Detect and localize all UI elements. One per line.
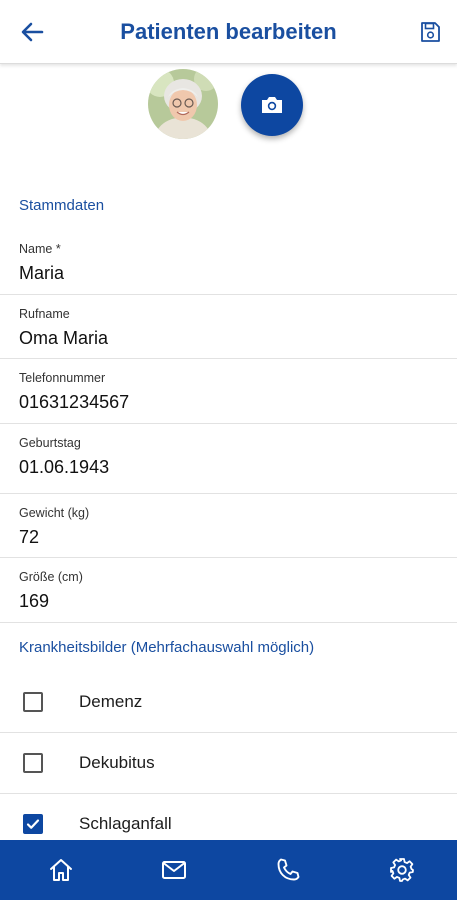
field-value: Oma Maria: [19, 328, 109, 348]
bottom-nav: [0, 840, 457, 900]
camera-icon: [262, 97, 282, 113]
app-bar: Patienten bearbeiten: [0, 0, 457, 64]
field-value: 01.06.1943: [19, 457, 110, 477]
field-value: 169: [19, 591, 50, 611]
groesse-field[interactable]: Größe (cm) 169: [0, 558, 457, 623]
field-label: Gewicht (kg): [19, 506, 90, 520]
check-icon: [26, 819, 40, 829]
geburtstag-field[interactable]: Geburtstag 01.06.1943: [0, 424, 457, 494]
rufname-field[interactable]: Rufname Oma Maria: [0, 295, 457, 359]
field-value: 01631234567: [19, 392, 130, 412]
name-field[interactable]: Name * Maria: [0, 230, 457, 295]
camera-button[interactable]: [241, 74, 303, 136]
gewicht-field[interactable]: Gewicht (kg) 72: [0, 494, 457, 558]
option-demenz[interactable]: Demenz: [0, 672, 457, 733]
arrow-left-icon[interactable]: [18, 18, 46, 46]
section-title-krankheitsbilder: Krankheitsbilder (Mehrfachauswahl möglic…: [19, 639, 315, 656]
telefonnummer-field[interactable]: Telefonnummer 01631234567: [0, 359, 457, 424]
field-value: Maria: [19, 263, 65, 283]
mail-icon[interactable]: [160, 856, 188, 884]
field-label: Telefonnummer: [19, 371, 106, 385]
field-label: Name *: [19, 242, 61, 256]
checkbox[interactable]: [23, 753, 43, 773]
avatar: [148, 69, 218, 139]
option-label: Demenz: [79, 692, 143, 711]
save-icon[interactable]: [418, 20, 442, 44]
field-label: Größe (cm): [19, 570, 83, 584]
field-label: Geburtstag: [19, 436, 81, 450]
section-title-stammdaten: Stammdaten: [19, 197, 105, 214]
option-label: Schlaganfall: [79, 814, 172, 833]
field-value: 72: [19, 527, 40, 547]
settings-icon[interactable]: [388, 856, 416, 884]
field-label: Rufname: [19, 307, 70, 321]
home-icon[interactable]: [47, 856, 75, 884]
page-title: Patienten bearbeiten: [120, 19, 337, 44]
checkbox[interactable]: [23, 692, 43, 712]
phone-icon[interactable]: [274, 856, 302, 884]
option-dekubitus[interactable]: Dekubitus: [0, 733, 457, 794]
checkbox-checked[interactable]: [23, 814, 43, 834]
option-label: Dekubitus: [79, 753, 155, 772]
